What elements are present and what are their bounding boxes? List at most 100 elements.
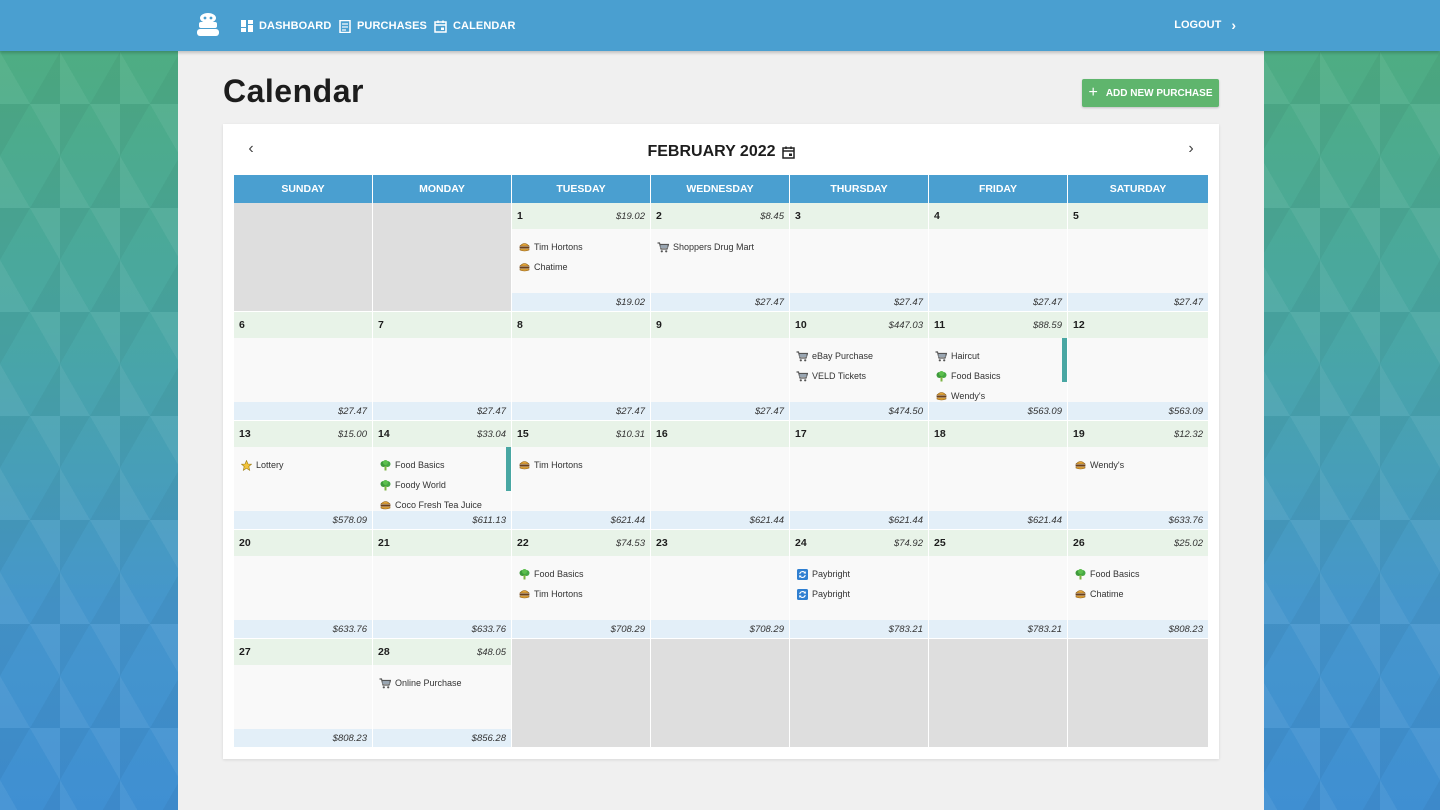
calendar-grid: SUNDAY MONDAY TUESDAY WEDNESDAY THURSDAY FRID… [234, 175, 1208, 748]
day-number: 2 [656, 210, 662, 222]
calendar-day-24[interactable]: 24 $74.92 Paybright Paybright $783.21 [790, 530, 929, 639]
day-number: 18 [934, 428, 946, 440]
purchase-item[interactable]: Online Purchase [379, 673, 505, 693]
month-title: FEBRUARY 2022 [223, 143, 1219, 161]
calendar-day-9[interactable]: 9 $27.47 [651, 312, 790, 421]
calendar-day-7[interactable]: 7 $27.47 [373, 312, 512, 421]
day-purchase-list: Food Basics Chatime [1074, 564, 1202, 604]
star-icon [240, 459, 252, 471]
day-amount: $88.59 [1032, 319, 1062, 331]
calendar-day-20[interactable]: 20 $633.76 [234, 530, 373, 639]
purchase-item[interactable]: Wendy's [1074, 455, 1202, 475]
nav-calendar[interactable]: CALENDAR [434, 17, 516, 35]
purchase-item[interactable]: Paybright [796, 564, 922, 584]
purchase-item[interactable]: VELD Tickets [796, 366, 922, 386]
purchase-item[interactable]: Chatime [518, 257, 644, 277]
calendar-day-23[interactable]: 23 $708.29 [651, 530, 790, 639]
purchase-item[interactable]: Chatime [1074, 584, 1202, 604]
calendar-day-2[interactable]: 2 $8.45 Shoppers Drug Mart $27.47 [651, 203, 790, 312]
weekday-header-wednesday: WEDNESDAY [651, 175, 790, 203]
calendar-day-15[interactable]: 15 $10.31 Tim Hortons $621.44 [512, 421, 651, 530]
calendar-day-8[interactable]: 8 $27.47 [512, 312, 651, 421]
calendar-day-22[interactable]: 22 $74.53 Food Basics Tim Hortons $708.29 [512, 530, 651, 639]
calendar-day-19[interactable]: 19 $12.32 Wendy's $633.76 [1068, 421, 1208, 530]
day-purchase-list: Shoppers Drug Mart [657, 237, 783, 257]
broccoli-icon [379, 479, 391, 491]
purchase-item[interactable]: Food Basics [379, 455, 505, 475]
day-number: 4 [934, 210, 940, 222]
day-number: 12 [1073, 319, 1085, 331]
calendar-day-17[interactable]: 17 $621.44 [790, 421, 929, 530]
day-running-total: $27.47 [234, 402, 372, 420]
nav-dashboard[interactable]: DASHBOARD [241, 17, 331, 35]
calendar-day-empty [929, 639, 1068, 748]
calendar-day-1[interactable]: 1 $19.02 Tim Hortons Chatime $19.02 [512, 203, 651, 312]
purchase-item[interactable]: Tim Hortons [518, 455, 644, 475]
calendar-day-21[interactable]: 21 $633.76 [373, 530, 512, 639]
calendar-day-4[interactable]: 4 $27.47 [929, 203, 1068, 312]
day-purchase-list: Paybright Paybright [796, 564, 922, 604]
next-month-chevron-right-icon[interactable]: › [1181, 140, 1201, 158]
day-scrollbar[interactable] [1062, 338, 1067, 382]
day-number: 9 [656, 319, 662, 331]
calendar-day-3[interactable]: 3 $27.47 [790, 203, 929, 312]
calendar-day-28[interactable]: 28 $48.05 Online Purchase $856.28 [373, 639, 512, 748]
calendar-card: ‹ FEBRUARY 2022 › SUNDAY MONDAY TUESDAY WED… [223, 124, 1219, 759]
purchase-item[interactable]: Foody World [379, 475, 505, 495]
purchase-item-label: Chatime [534, 262, 568, 272]
day-running-total: $808.23 [1068, 620, 1208, 638]
add-new-purchase-button[interactable]: + ADD NEW PURCHASE [1082, 79, 1219, 107]
day-scrollbar[interactable] [506, 447, 511, 491]
purchase-item-label: Food Basics [534, 569, 584, 579]
day-amount: $74.53 [615, 537, 645, 549]
purchase-item[interactable]: Food Basics [518, 564, 644, 584]
day-header: 23 [651, 530, 789, 556]
calendar-day-26[interactable]: 26 $25.02 Food Basics Chatime $808.23 [1068, 530, 1208, 639]
nav-purchases[interactable]: PURCHASES [339, 17, 427, 35]
logo-icon[interactable] [194, 11, 222, 39]
day-number: 8 [517, 319, 523, 331]
purchase-item[interactable]: Tim Hortons [518, 584, 644, 604]
calendar-day-5[interactable]: 5 $27.47 [1068, 203, 1208, 312]
day-number: 27 [239, 646, 251, 658]
day-amount: $48.05 [476, 646, 506, 658]
purchase-item-label: Tim Hortons [534, 242, 583, 252]
refresh-icon [796, 588, 808, 600]
calendar-picker-icon[interactable] [781, 146, 795, 159]
purchase-item[interactable]: Food Basics [935, 366, 1061, 386]
day-amount: $8.45 [760, 210, 784, 222]
calendar-day-18[interactable]: 18 $621.44 [929, 421, 1068, 530]
purchase-item-label: Lottery [256, 460, 284, 470]
purchase-item[interactable]: Lottery [240, 455, 366, 475]
purchase-item[interactable]: Shoppers Drug Mart [657, 237, 783, 257]
purchase-item[interactable]: eBay Purchase [796, 346, 922, 366]
day-running-total: $621.44 [512, 511, 650, 529]
purchase-item-label: Foody World [395, 480, 446, 490]
calendar-day-16[interactable]: 16 $621.44 [651, 421, 790, 530]
purchase-item[interactable]: Food Basics [1074, 564, 1202, 584]
purchase-item[interactable]: Haircut [935, 346, 1061, 366]
calendar-day-12[interactable]: 12 $563.09 [1068, 312, 1208, 421]
day-number: 17 [795, 428, 807, 440]
calendar-week-row: 1 $19.02 Tim Hortons Chatime $19.02 2 $8.45 Sho… [234, 203, 1208, 312]
purchase-item[interactable]: Tim Hortons [518, 237, 644, 257]
logout-button[interactable]: LOGOUT › [1174, 17, 1236, 33]
day-header: 1 $19.02 [512, 203, 650, 229]
calendar-day-13[interactable]: 13 $15.00 Lottery $578.09 [234, 421, 373, 530]
day-number: 21 [378, 537, 390, 549]
purchase-item-label: Paybright [812, 589, 851, 599]
day-number: 10 [795, 319, 807, 331]
calendar-day-25[interactable]: 25 $783.21 [929, 530, 1068, 639]
purchase-item[interactable]: Paybright [796, 584, 922, 604]
calendar-day-11[interactable]: 11 $88.59 Haircut Food Basics Wendy's $563.09 [929, 312, 1068, 421]
day-header: 17 [790, 421, 928, 447]
weekday-header-monday: MONDAY [373, 175, 512, 203]
cart-icon [935, 350, 947, 362]
calendar-day-10[interactable]: 10 $447.03 eBay Purchase VELD Tickets $474.5… [790, 312, 929, 421]
day-purchase-list: Tim Hortons Chatime [518, 237, 644, 277]
day-header: 27 [234, 639, 372, 665]
calendar-day-14[interactable]: 14 $33.04 Food Basics Foody World Coco Fresh… [373, 421, 512, 530]
calendar-day-27[interactable]: 27 $808.23 [234, 639, 373, 748]
day-running-total: $474.50 [790, 402, 928, 420]
calendar-day-6[interactable]: 6 $27.47 [234, 312, 373, 421]
